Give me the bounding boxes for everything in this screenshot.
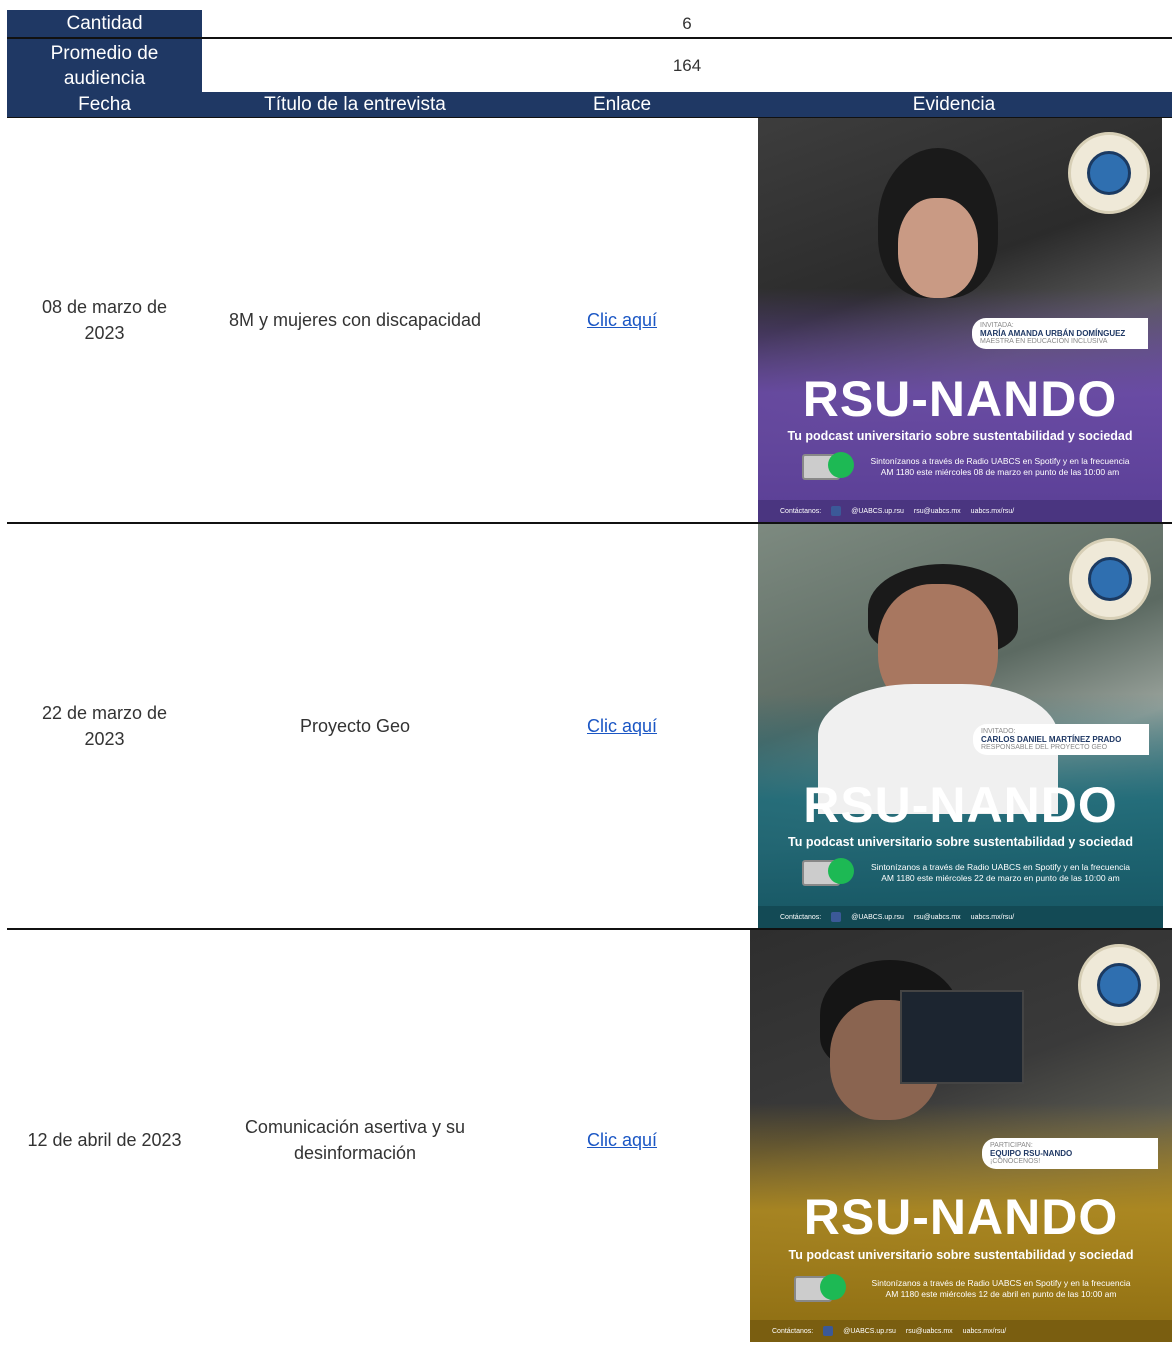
date-line: 2023 [84,323,125,343]
tune-line: AM 1180 este miércoles 08 de marzo en pu… [880,467,1120,477]
contact-label: Contáctanos: [772,1327,814,1335]
guest-box: INVITADA: MARÍA AMANDA URBÁN DOMÍNGUEZ M… [972,318,1148,349]
summary-quantity-row: Cantidad 6 [7,10,1172,37]
title-line: 8M y mujeres con discapacidad [228,310,482,330]
date-line: 22 de marzo de [41,703,168,723]
poster-tune-in: Sintonízanos a través de Radio UABCS en … [858,456,1142,478]
guest-sub: MAESTRA EN EDUCACIÓN INCLUSIVA [980,338,1108,345]
spotify-icon [828,858,854,884]
social-handle: @UABCS.up.rsu [843,1327,896,1335]
header-date: Fecha [78,94,131,115]
social-handle: @UABCS.up.rsu [851,913,904,921]
row-link-cell: Clic aquí [508,524,736,928]
poster-tagline: Tu podcast universitario sobre sustentab… [788,1248,1134,1262]
row-date: 08 de marzo de 2023 [7,118,202,522]
date-line: 2023 [84,729,125,749]
poster-brand: RSU-NANDO [803,1189,1119,1245]
poster-tune-in: Sintonízanos a través de Radio UABCS en … [850,1278,1152,1300]
audience-label-line2: audiencia [63,67,146,89]
table-row: 12 de abril de 2023 Comunicación asertiv… [7,930,1172,1342]
header-link: Enlace [592,94,652,115]
contact-email: rsu@uabcs.mx [913,913,961,921]
tune-line: Sintonízanos a través de Radio UABCS en … [871,1278,1131,1288]
header-title: Título de la entrevista [264,94,446,115]
evidence-poster: INVITADA: MARÍA AMANDA URBÁN DOMÍNGUEZ M… [758,118,1162,522]
title-line: Proyecto Geo [299,716,411,736]
spotify-icon [828,452,854,478]
rsu-nando-logo [1069,538,1151,620]
title-line: Comunicación asertiva y su [244,1117,466,1137]
guest-sub: ¡CONÓCENOS! [990,1158,1041,1165]
quantity-label: Cantidad [7,10,202,37]
date-line: 08 de marzo de [41,297,168,317]
title-line: desinformación [293,1143,417,1163]
quantity-value: 6 [682,13,692,33]
contact-email: rsu@uabcs.mx [905,1327,953,1335]
click-here-link[interactable]: Clic aquí [587,1127,657,1153]
contact-label: Contáctanos: [780,507,822,515]
contact-web: uabcs.mx/rsu/ [970,913,1015,921]
table-header: Fecha Título de la entrevista Enlace Evi… [7,92,1172,117]
social-handle: @UABCS.up.rsu [851,507,904,515]
poster-footer: Contáctanos: @UABCS.up.rsu rsu@uabcs.mx … [758,906,1163,928]
guest-role: PARTICIPAN: [990,1142,1033,1149]
poster-footer: Contáctanos: @UABCS.up.rsu rsu@uabcs.mx … [758,500,1162,522]
tune-line: Sintonízanos a través de Radio UABCS en … [871,862,1130,872]
table-row: 08 de marzo de 2023 8M y mujeres con dis… [7,118,1172,522]
date-line: 12 de abril de 2023 [27,1130,182,1150]
click-here-link[interactable]: Clic aquí [587,307,657,333]
guest-role: INVITADO: [981,728,1016,735]
guest-name: MARÍA AMANDA URBÁN DOMÍNGUEZ [980,329,1126,338]
rsu-nando-logo [1068,132,1150,214]
guest-box: INVITADO: CARLOS DANIEL MARTÍNEZ PRADO R… [973,724,1149,755]
header-evidence: Evidencia [912,94,996,115]
contact-email: rsu@uabcs.mx [913,507,961,515]
click-here-link[interactable]: Clic aquí [587,713,657,739]
facebook-icon [823,1326,834,1336]
guest-name: EQUIPO RSU-NANDO [990,1149,1073,1158]
poster-brand: RSU-NANDO [803,777,1118,833]
guest-box: PARTICIPAN: EQUIPO RSU-NANDO ¡CONÓCENOS! [982,1138,1158,1169]
monitor [900,990,1024,1084]
contact-web: uabcs.mx/rsu/ [970,507,1015,515]
person-face [898,198,978,298]
poster-tune-in: Sintonízanos a través de Radio UABCS en … [858,862,1143,884]
tune-line: Sintonízanos a través de Radio UABCS en … [870,456,1130,466]
evidence-poster: PARTICIPAN: EQUIPO RSU-NANDO ¡CONÓCENOS!… [750,930,1172,1342]
table-row: 22 de marzo de 2023 Proyecto Geo Clic aq… [7,524,1172,928]
row-title: 8M y mujeres con discapacidad [202,118,508,522]
spotify-icon [820,1274,846,1300]
audience-label-line1: Promedio de [50,42,159,64]
tune-line: AM 1180 este miércoles 22 de marzo en pu… [881,873,1120,883]
poster-tagline: Tu podcast universitario sobre sustentab… [787,429,1133,443]
row-title: Proyecto Geo [202,524,508,928]
audience-value: 164 [672,55,702,75]
guest-name: CARLOS DANIEL MARTÍNEZ PRADO [981,735,1122,744]
row-title: Comunicación asertiva y su desinformació… [202,930,508,1350]
rsu-nando-logo [1078,944,1160,1026]
row-date: 22 de marzo de 2023 [7,524,202,928]
facebook-icon [831,506,842,516]
row-link-cell: Clic aquí [508,930,736,1350]
row-link-cell: Clic aquí [508,118,736,522]
guest-sub: RESPONSABLE DEL PROYECTO GEO [981,744,1108,751]
poster-tagline: Tu podcast universitario sobre sustentab… [788,835,1133,849]
contact-label: Contáctanos: [780,913,822,921]
guest-role: INVITADA: [980,322,1014,329]
evidence-poster: INVITADO: CARLOS DANIEL MARTÍNEZ PRADO R… [758,524,1163,928]
poster-footer: Contáctanos: @UABCS.up.rsu rsu@uabcs.mx … [750,1320,1172,1342]
poster-brand: RSU-NANDO [802,371,1118,427]
facebook-icon [831,912,842,922]
audience-label: Promedio de audiencia [7,39,202,92]
row-date: 12 de abril de 2023 [7,930,202,1350]
summary-audience-row: Promedio de audiencia 164 [7,39,1172,92]
contact-web: uabcs.mx/rsu/ [962,1327,1007,1335]
tune-line: AM 1180 este miércoles 12 de abril en pu… [885,1289,1117,1299]
